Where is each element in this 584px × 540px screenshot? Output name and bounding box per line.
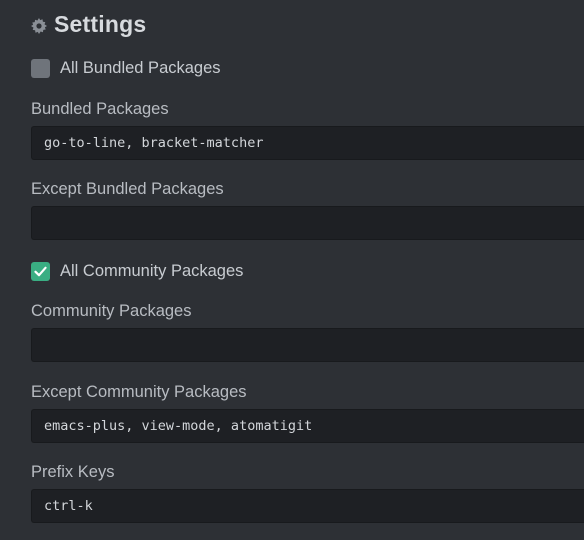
prefix-keys-input[interactable] [31, 489, 584, 523]
checkbox-unchecked[interactable] [31, 58, 50, 78]
page-title: Settings [54, 10, 147, 37]
community-packages-label: Community Packages [31, 302, 192, 320]
settings-panel: Settings All Bundled Packages Bundled Pa… [0, 0, 584, 540]
except-community-packages-label: Except Community Packages [31, 383, 247, 401]
prefix-keys-label: Prefix Keys [31, 463, 115, 481]
settings-heading: Settings [31, 8, 146, 40]
except-bundled-packages-label: Except Bundled Packages [31, 180, 224, 198]
all-community-packages-label: All Community Packages [60, 261, 244, 280]
all-bundled-packages-label: All Bundled Packages [60, 58, 221, 77]
community-packages-input[interactable] [31, 328, 584, 362]
all-community-packages-checkbox[interactable]: All Community Packages [31, 260, 243, 282]
bundled-packages-input[interactable] [31, 126, 584, 160]
bundled-packages-label: Bundled Packages [31, 100, 169, 118]
checkmark-icon [34, 266, 47, 276]
except-bundled-packages-input[interactable] [31, 206, 584, 240]
gear-icon [31, 18, 47, 34]
except-community-packages-input[interactable] [31, 409, 584, 443]
all-bundled-packages-checkbox[interactable]: All Bundled Packages [31, 57, 221, 79]
checkbox-checked[interactable] [31, 261, 50, 281]
